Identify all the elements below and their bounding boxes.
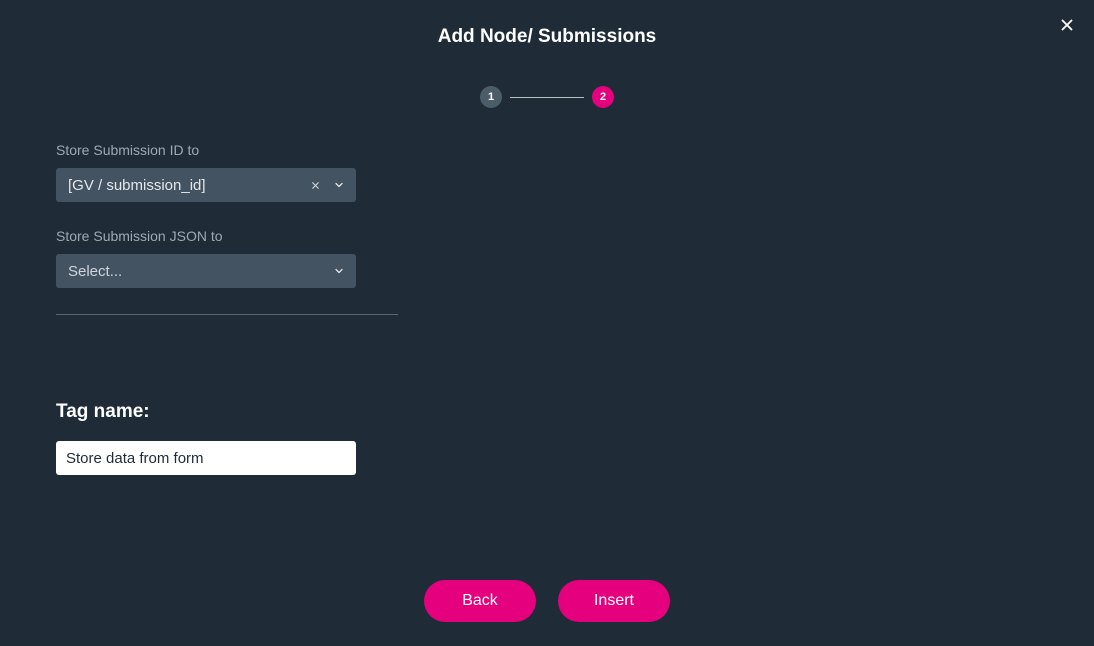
step-1-label: 1 (488, 91, 494, 103)
clear-icon (310, 180, 321, 191)
submission-json-chevron (332, 265, 346, 277)
footer: Back Insert (0, 580, 1094, 622)
submission-id-label: Store Submission ID to (56, 142, 404, 158)
chevron-down-icon (333, 179, 345, 191)
step-1[interactable]: 1 (480, 86, 502, 108)
section-divider (56, 314, 398, 315)
tag-section: Tag name: (0, 401, 1094, 475)
insert-button[interactable]: Insert (558, 580, 670, 622)
step-2[interactable]: 2 (592, 86, 614, 108)
tag-name-input[interactable] (56, 441, 356, 475)
submission-json-label: Store Submission JSON to (56, 228, 404, 244)
form-area: Store Submission ID to [GV / submission_… (0, 108, 460, 315)
submission-id-clear[interactable] (306, 180, 324, 191)
modal-title: Add Node/ Submissions (0, 0, 1094, 48)
submission-id-chevron (332, 179, 346, 191)
submission-id-select[interactable]: [GV / submission_id] (56, 168, 356, 202)
chevron-down-icon (333, 265, 345, 277)
submission-json-select[interactable]: Select... (56, 254, 356, 288)
stepper: 1 2 (0, 86, 1094, 108)
close-icon (1058, 16, 1076, 34)
back-button[interactable]: Back (424, 580, 536, 622)
submission-json-placeholder: Select... (68, 263, 332, 280)
step-2-label: 2 (600, 91, 606, 103)
close-button[interactable] (1056, 14, 1078, 36)
step-connector (510, 97, 584, 98)
tag-heading: Tag name: (56, 401, 1038, 423)
submission-id-value: [GV / submission_id] (68, 177, 306, 194)
